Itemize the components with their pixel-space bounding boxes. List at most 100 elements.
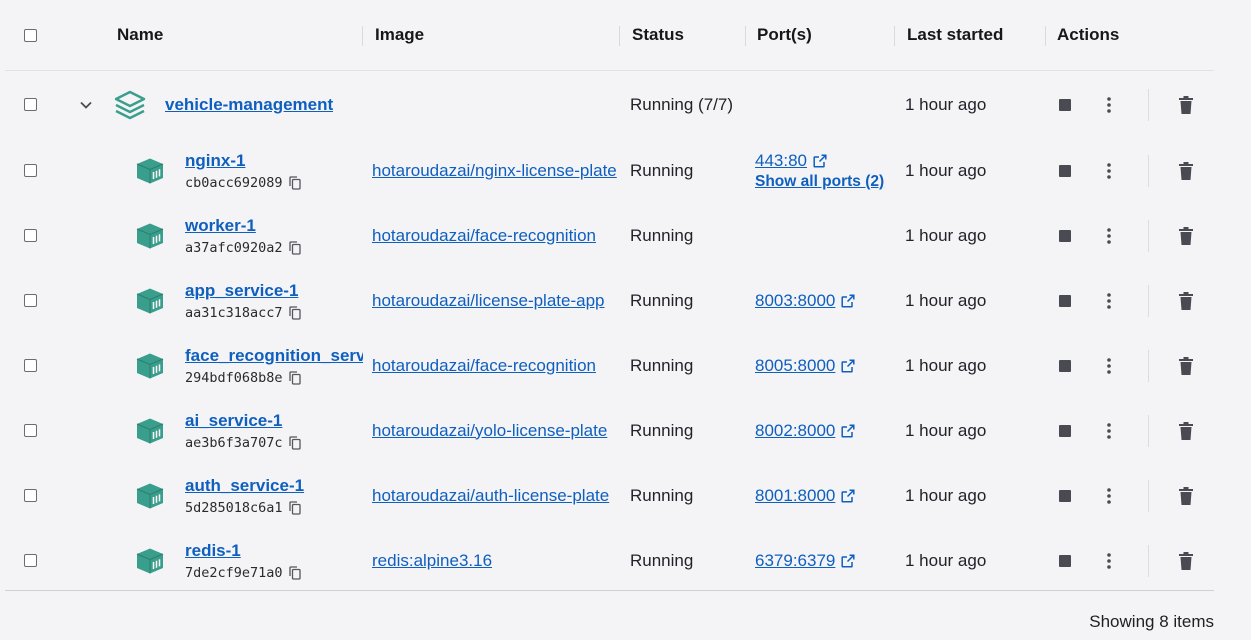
delete-icon[interactable]: [1177, 71, 1195, 138]
external-link-icon[interactable]: [841, 358, 855, 373]
column-divider[interactable]: [619, 26, 620, 46]
more-options-icon[interactable]: [1100, 268, 1118, 333]
column-divider[interactable]: [745, 26, 746, 46]
table-row[interactable]: nginx-1 cb0acc692089 hotaroudazai/nginx-li…: [5, 138, 1214, 203]
container-name-link[interactable]: redis-1: [185, 541, 363, 561]
stop-button[interactable]: [1058, 268, 1072, 333]
column-header-actions: Actions: [1057, 25, 1120, 44]
external-link-icon[interactable]: [813, 153, 827, 168]
copy-icon[interactable]: [288, 565, 301, 580]
stop-button[interactable]: [1058, 398, 1072, 463]
delete-icon[interactable]: [1177, 138, 1195, 203]
group-name-link[interactable]: vehicle-management: [165, 95, 333, 115]
column-header-image[interactable]: Image: [375, 0, 424, 70]
more-options-icon[interactable]: [1100, 203, 1118, 268]
image-link[interactable]: redis:alpine3.16: [372, 551, 620, 571]
table-row[interactable]: redis-1 7de2cf9e71a0 redis:alpine3.16 Runni…: [5, 528, 1214, 593]
table-row[interactable]: auth_service-1 5d285018c6a1 hotaroudazai/a…: [5, 463, 1214, 528]
stop-button[interactable]: [1058, 138, 1072, 203]
row-checkbox[interactable]: [24, 424, 37, 437]
port-link[interactable]: 8003:8000: [755, 291, 835, 311]
delete-icon[interactable]: [1177, 333, 1195, 398]
delete-icon[interactable]: [1177, 528, 1195, 593]
column-header-last-started[interactable]: Last started: [907, 0, 1003, 70]
container-icon: [133, 398, 167, 463]
chevron-down-icon[interactable]: [78, 71, 94, 138]
more-options-icon[interactable]: [1100, 138, 1118, 203]
column-divider[interactable]: [894, 26, 895, 46]
select-all-cell[interactable]: [24, 0, 37, 70]
port-link[interactable]: 6379:6379: [755, 551, 835, 571]
row-checkbox[interactable]: [24, 554, 37, 567]
stop-icon: [1059, 294, 1071, 307]
port-link[interactable]: 8005:8000: [755, 356, 835, 376]
more-options-icon[interactable]: [1100, 333, 1118, 398]
port-link[interactable]: 8001:8000: [755, 486, 835, 506]
external-link-icon[interactable]: [841, 488, 855, 503]
delete-icon[interactable]: [1177, 398, 1195, 463]
stop-button[interactable]: [1058, 333, 1072, 398]
image-link[interactable]: hotaroudazai/nginx-license-plate: [372, 161, 620, 181]
column-header-ports[interactable]: Port(s): [757, 0, 812, 70]
container-name-link[interactable]: face_recognition_service-1: [185, 346, 363, 366]
image-link[interactable]: hotaroudazai/face-recognition: [372, 356, 620, 376]
container-id: cb0acc692089: [185, 174, 283, 191]
external-link-icon[interactable]: [841, 423, 855, 438]
image-link[interactable]: hotaroudazai/yolo-license-plate: [372, 421, 620, 441]
copy-icon[interactable]: [288, 240, 301, 255]
stop-button[interactable]: [1058, 463, 1072, 528]
container-name-link[interactable]: ai_service-1: [185, 411, 363, 431]
copy-icon[interactable]: [288, 305, 301, 320]
stop-icon: [1059, 98, 1071, 111]
column-divider[interactable]: [362, 26, 363, 46]
container-last-started: 1 hour ago: [905, 355, 987, 375]
column-divider[interactable]: [1045, 26, 1046, 46]
select-all-checkbox[interactable]: [24, 28, 37, 42]
table-row[interactable]: face_recognition_service-1 294bdf068b8e ho…: [5, 333, 1214, 398]
row-checkbox[interactable]: [24, 294, 37, 307]
image-link[interactable]: hotaroudazai/auth-license-plate: [372, 486, 620, 506]
table-row[interactable]: worker-1 a37afc0920a2 hotaroudazai/face-re…: [5, 203, 1214, 268]
copy-icon[interactable]: [288, 500, 301, 515]
more-options-icon[interactable]: [1100, 528, 1118, 593]
table-row[interactable]: ai_service-1 ae3b6f3a707c hotaroudazai/yol…: [5, 398, 1214, 463]
port-link[interactable]: 443:80: [755, 151, 807, 171]
image-link[interactable]: hotaroudazai/license-plate-app: [372, 291, 620, 311]
copy-icon[interactable]: [288, 370, 301, 385]
more-options-icon[interactable]: [1100, 398, 1118, 463]
row-checkbox[interactable]: [24, 98, 37, 111]
row-checkbox[interactable]: [24, 489, 37, 502]
container-name-link[interactable]: auth_service-1: [185, 476, 363, 496]
external-link-icon[interactable]: [841, 293, 855, 308]
delete-icon[interactable]: [1177, 268, 1195, 333]
port-link[interactable]: 8002:8000: [755, 421, 835, 441]
container-name-link[interactable]: worker-1: [185, 216, 363, 236]
container-name-link[interactable]: app_service-1: [185, 281, 363, 301]
image-link[interactable]: hotaroudazai/face-recognition: [372, 226, 620, 246]
compose-group-row[interactable]: vehicle-management Running (7/7) 1 hour …: [5, 71, 1214, 138]
row-checkbox[interactable]: [24, 229, 37, 242]
column-header-status[interactable]: Status: [632, 0, 684, 70]
container-name-link[interactable]: nginx-1: [185, 151, 363, 171]
more-options-icon[interactable]: [1100, 463, 1118, 528]
show-all-ports-link[interactable]: Show all ports (2): [755, 173, 884, 191]
actions-divider: [1148, 284, 1149, 317]
table-row[interactable]: app_service-1 aa31c318acc7 hotaroudazai/li…: [5, 268, 1214, 333]
stop-button[interactable]: [1058, 71, 1072, 138]
external-link-icon[interactable]: [841, 553, 855, 568]
actions-divider: [1148, 349, 1149, 382]
copy-icon[interactable]: [288, 435, 301, 450]
row-checkbox[interactable]: [24, 164, 37, 177]
copy-icon[interactable]: [288, 175, 301, 190]
container-icon: [133, 463, 167, 528]
container-icon: [133, 268, 167, 333]
item-count: Showing 8 items: [1089, 612, 1214, 631]
more-options-icon[interactable]: [1100, 71, 1118, 138]
column-header-name[interactable]: Name: [117, 0, 163, 70]
stop-button[interactable]: [1058, 203, 1072, 268]
delete-icon[interactable]: [1177, 203, 1195, 268]
stop-button[interactable]: [1058, 528, 1072, 593]
row-checkbox[interactable]: [24, 359, 37, 372]
delete-icon[interactable]: [1177, 463, 1195, 528]
stop-icon: [1059, 359, 1071, 372]
